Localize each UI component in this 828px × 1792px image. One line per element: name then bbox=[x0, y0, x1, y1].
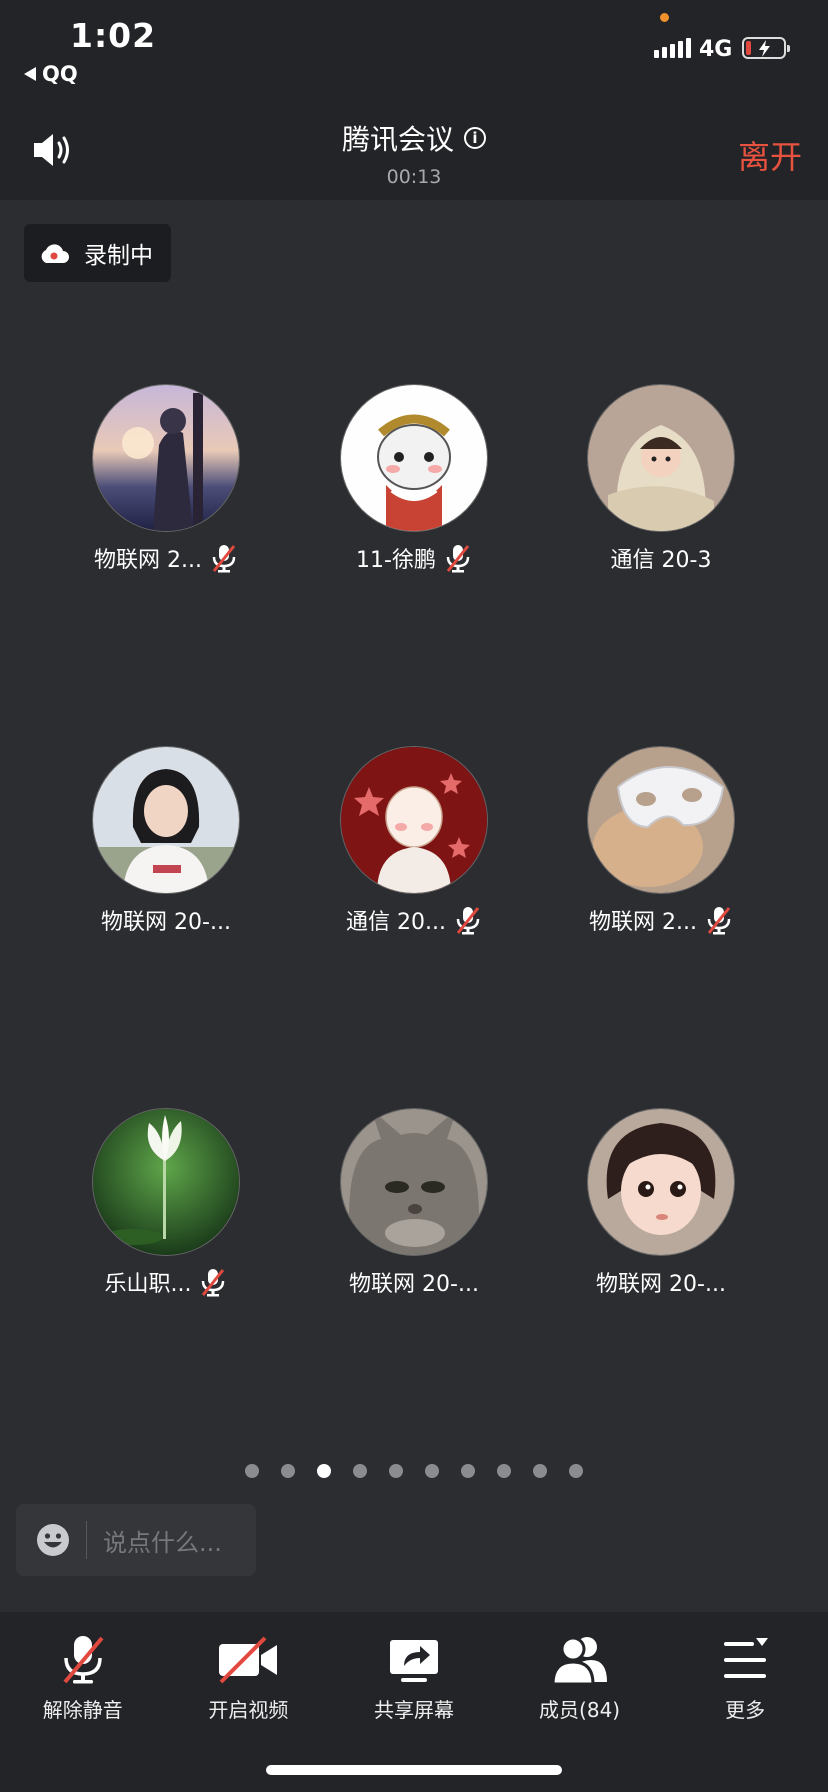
cellular-signal-icon bbox=[654, 38, 691, 58]
avatar bbox=[587, 1108, 735, 1256]
mic-muted-icon bbox=[446, 545, 470, 573]
participant-tile[interactable]: 物联网 20-... bbox=[538, 1108, 784, 1298]
page-dot[interactable] bbox=[569, 1464, 583, 1478]
participant-name: 物联网 20-... bbox=[349, 1272, 479, 1297]
avatar bbox=[92, 384, 240, 532]
battery-charging-icon bbox=[742, 37, 790, 59]
participant-tile[interactable]: 物联网 2... bbox=[538, 746, 784, 936]
status-bar: 1:02 QQ 4G bbox=[0, 0, 828, 100]
more-label: 更多 bbox=[725, 1698, 766, 1722]
avatar bbox=[340, 1108, 488, 1256]
page-dot[interactable] bbox=[533, 1464, 547, 1478]
meeting-header: 腾讯会议 i 00:13 离开 bbox=[0, 100, 828, 200]
participant-name: 物联网 20-... bbox=[596, 1272, 726, 1297]
avatar bbox=[92, 746, 240, 894]
back-triangle-icon bbox=[24, 67, 36, 81]
members-icon bbox=[551, 1636, 607, 1686]
participant-name: 通信 20... bbox=[346, 910, 446, 935]
page-dot[interactable] bbox=[245, 1464, 259, 1478]
page-indicator[interactable] bbox=[0, 1464, 828, 1478]
avatar bbox=[587, 746, 735, 894]
video-off-icon bbox=[219, 1636, 278, 1684]
participant-name: 11-徐鹏 bbox=[356, 548, 436, 573]
start-video-label: 开启视频 bbox=[208, 1698, 289, 1722]
participant-tile[interactable]: 物联网 20-... bbox=[43, 746, 289, 936]
participant-name: 物联网 2... bbox=[589, 910, 697, 935]
participant-tile[interactable]: 通信 20... bbox=[291, 746, 537, 936]
participant-name: 乐山职... bbox=[104, 1272, 192, 1297]
page-dot[interactable] bbox=[353, 1464, 367, 1478]
participant-tile[interactable]: 11-徐鹏 bbox=[291, 384, 537, 574]
avatar bbox=[587, 384, 735, 532]
recording-label: 录制中 bbox=[84, 243, 153, 269]
chat-placeholder: 说点什么... bbox=[103, 1528, 222, 1557]
avatar bbox=[92, 1108, 240, 1256]
cloud-recording-icon bbox=[41, 244, 69, 263]
members-label: 成员(84) bbox=[539, 1698, 621, 1722]
network-type: 4G bbox=[699, 37, 733, 62]
home-indicator[interactable] bbox=[266, 1765, 562, 1775]
privacy-indicator-dot bbox=[660, 13, 669, 22]
share-screen-icon bbox=[389, 1640, 438, 1682]
chat-divider bbox=[86, 1521, 87, 1559]
page-dot[interactable] bbox=[425, 1464, 439, 1478]
leave-button[interactable]: 离开 bbox=[738, 132, 802, 178]
mic-muted-icon bbox=[202, 1269, 225, 1297]
meeting-title-text: 腾讯会议 bbox=[341, 123, 454, 156]
meeting-timer: 00:13 bbox=[386, 166, 442, 188]
participant-name: 物联网 20-... bbox=[101, 910, 231, 935]
mic-muted-icon bbox=[456, 907, 480, 935]
page-dot[interactable] bbox=[497, 1464, 511, 1478]
mic-muted-icon bbox=[63, 1636, 104, 1684]
participant-tile[interactable]: 物联网 2... bbox=[43, 384, 289, 574]
more-button[interactable]: 更多 bbox=[662, 1612, 828, 1792]
recording-badge[interactable]: 录制中 bbox=[24, 224, 171, 282]
more-menu-icon bbox=[724, 1638, 769, 1678]
emoji-icon[interactable] bbox=[36, 1523, 70, 1557]
mic-muted-icon bbox=[707, 907, 731, 935]
info-icon[interactable]: i bbox=[464, 127, 486, 149]
avatar bbox=[340, 384, 488, 532]
page-dot[interactable] bbox=[389, 1464, 403, 1478]
participant-name: 通信 20-3 bbox=[610, 548, 712, 573]
avatar bbox=[340, 746, 488, 894]
unmute-label: 解除静音 bbox=[42, 1698, 123, 1722]
participant-name: 物联网 2... bbox=[94, 548, 202, 573]
page-dot-active[interactable] bbox=[317, 1464, 331, 1478]
chat-input[interactable]: 说点什么... bbox=[16, 1504, 256, 1576]
back-to-app-link[interactable]: QQ bbox=[24, 62, 78, 86]
back-app-label: QQ bbox=[42, 62, 78, 86]
share-screen-label: 共享屏幕 bbox=[373, 1698, 454, 1722]
participant-tile[interactable]: 物联网 20-... bbox=[291, 1108, 537, 1298]
status-time: 1:02 bbox=[70, 16, 157, 55]
participant-tile[interactable]: 通信 20-3 bbox=[538, 384, 784, 574]
meeting-title[interactable]: 腾讯会议 i bbox=[342, 118, 486, 158]
mic-muted-icon bbox=[212, 545, 236, 573]
unmute-button[interactable]: 解除静音 bbox=[0, 1612, 166, 1792]
page-dot[interactable] bbox=[281, 1464, 295, 1478]
participant-tile[interactable]: 乐山职... bbox=[43, 1108, 289, 1298]
page-dot[interactable] bbox=[461, 1464, 475, 1478]
